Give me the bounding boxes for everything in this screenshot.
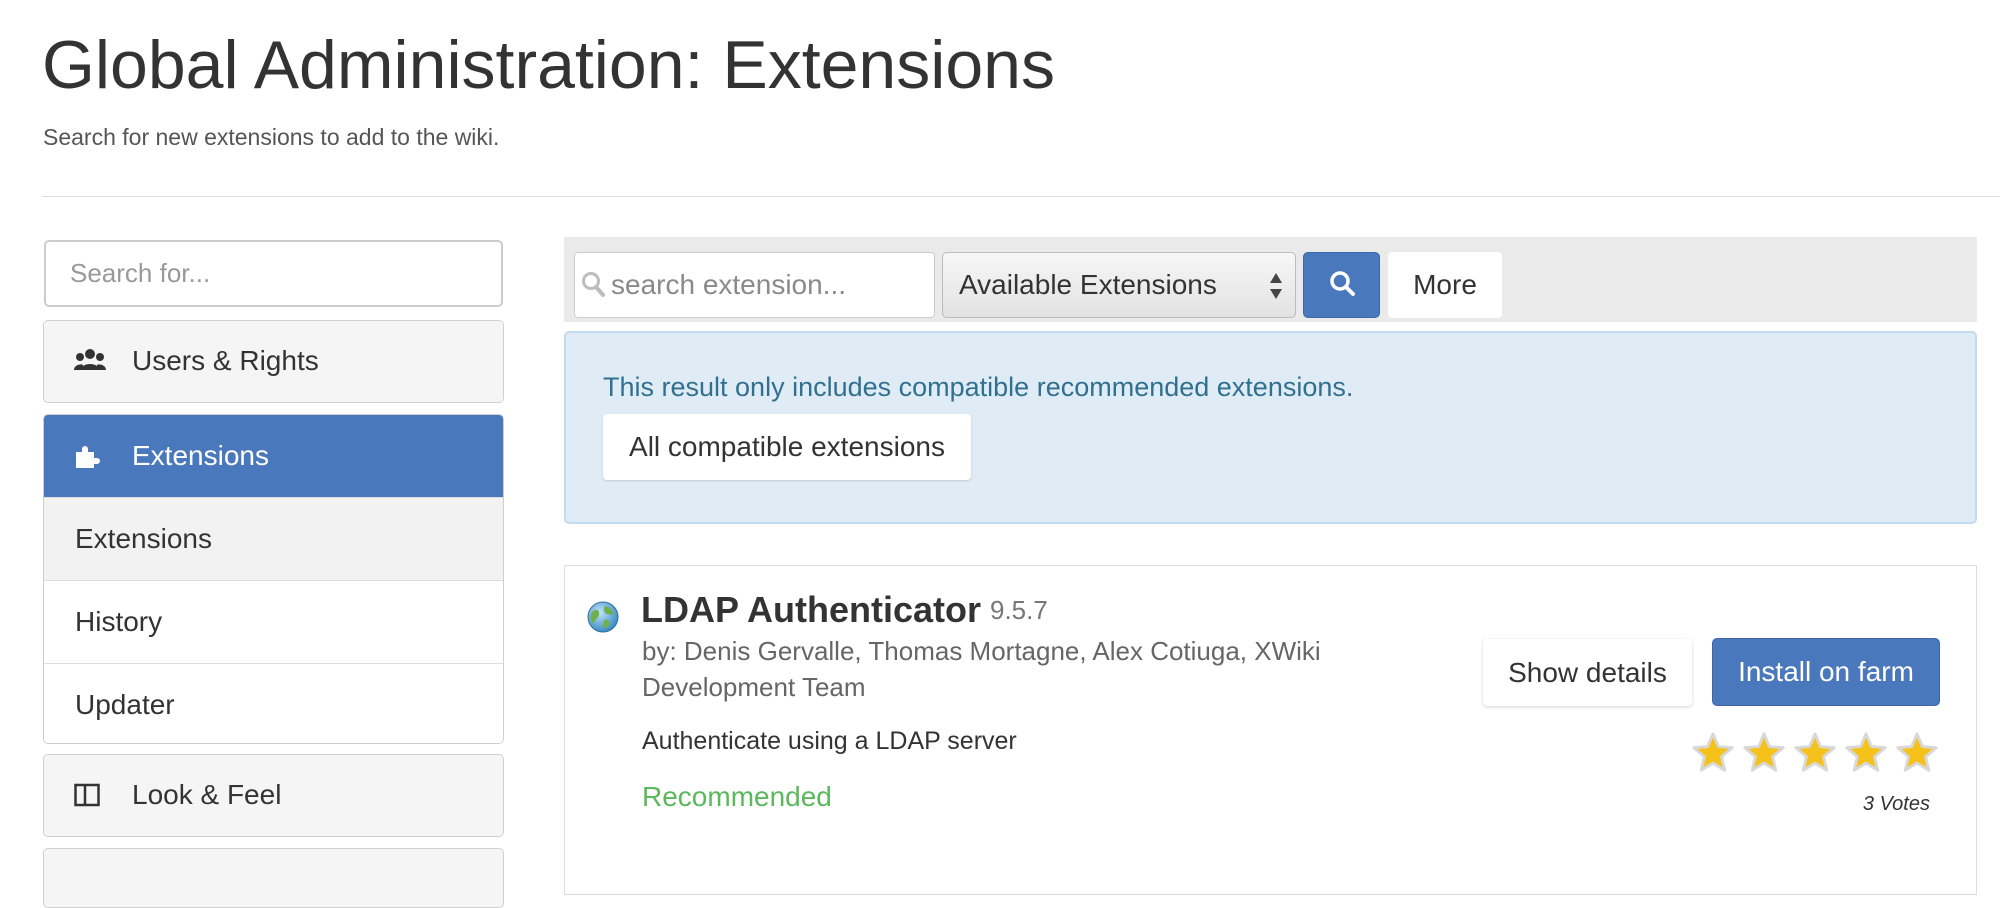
header-divider	[42, 196, 2000, 197]
extension-filter-value: Available Extensions	[959, 269, 1217, 300]
star-icon[interactable]	[1894, 730, 1940, 776]
globe-icon	[586, 600, 620, 639]
extension-search-box	[574, 252, 935, 318]
sidebar-item-users-rights[interactable]: Users & Rights	[44, 321, 503, 401]
sidebar-section-look-feel: Look & Feel	[43, 754, 504, 837]
vote-count: 3 Votes	[1862, 793, 1930, 815]
extension-status-badge: Recommended	[642, 781, 832, 812]
extension-name[interactable]: LDAP Authenticator	[641, 589, 981, 631]
extension-authors: by: Denis Gervalle, Thomas Mortagne, Ale…	[642, 636, 1321, 702]
sidebar-subitem-updater[interactable]: Updater	[44, 663, 503, 743]
select-arrows-icon	[1269, 271, 1283, 308]
layout-icon	[74, 783, 112, 807]
more-button[interactable]: More	[1388, 252, 1502, 318]
search-button[interactable]	[1303, 252, 1380, 318]
install-on-farm-button[interactable]: Install on farm	[1712, 638, 1940, 706]
all-compatible-extensions-button[interactable]: All compatible extensions	[603, 414, 971, 480]
star-icon[interactable]	[1690, 730, 1736, 776]
show-details-button[interactable]: Show details	[1483, 639, 1692, 706]
extension-description: Authenticate using a LDAP server	[642, 727, 1017, 755]
sidebar-section-extensions: Extensions Extensions History Updater	[43, 414, 504, 744]
sidebar-item-extensions-header[interactable]: Extensions	[44, 415, 503, 497]
sidebar-section-next[interactable]	[43, 848, 504, 908]
page-title: Global Administration: Extensions	[42, 27, 1055, 103]
sidebar-item-label: Look & Feel	[132, 779, 282, 810]
page-subtitle: Search for new extensions to add to the …	[43, 124, 500, 150]
extension-version: 9.5.7	[990, 595, 1048, 625]
extension-filter-select[interactable]: Available Extensions	[942, 252, 1296, 318]
rating-stars[interactable]	[1690, 730, 1940, 780]
sidebar-subitem-extensions[interactable]: Extensions	[44, 497, 503, 580]
star-icon[interactable]	[1792, 730, 1838, 776]
sidebar-search-input[interactable]	[44, 240, 503, 307]
sidebar-item-label: Users & Rights	[132, 345, 319, 376]
search-icon	[581, 271, 607, 304]
search-icon	[1328, 269, 1356, 302]
sidebar-item-look-feel[interactable]: Look & Feel	[44, 755, 503, 835]
info-message: This result only includes compatible rec…	[603, 372, 1354, 402]
users-icon	[74, 348, 112, 374]
star-icon[interactable]	[1741, 730, 1787, 776]
sidebar-item-label: Extensions	[132, 440, 269, 471]
extension-search-input[interactable]	[611, 253, 929, 317]
star-icon[interactable]	[1843, 730, 1889, 776]
sidebar-subitem-history[interactable]: History	[44, 580, 503, 663]
puzzle-icon	[74, 443, 112, 469]
sidebar-section-users: Users & Rights	[43, 320, 504, 403]
